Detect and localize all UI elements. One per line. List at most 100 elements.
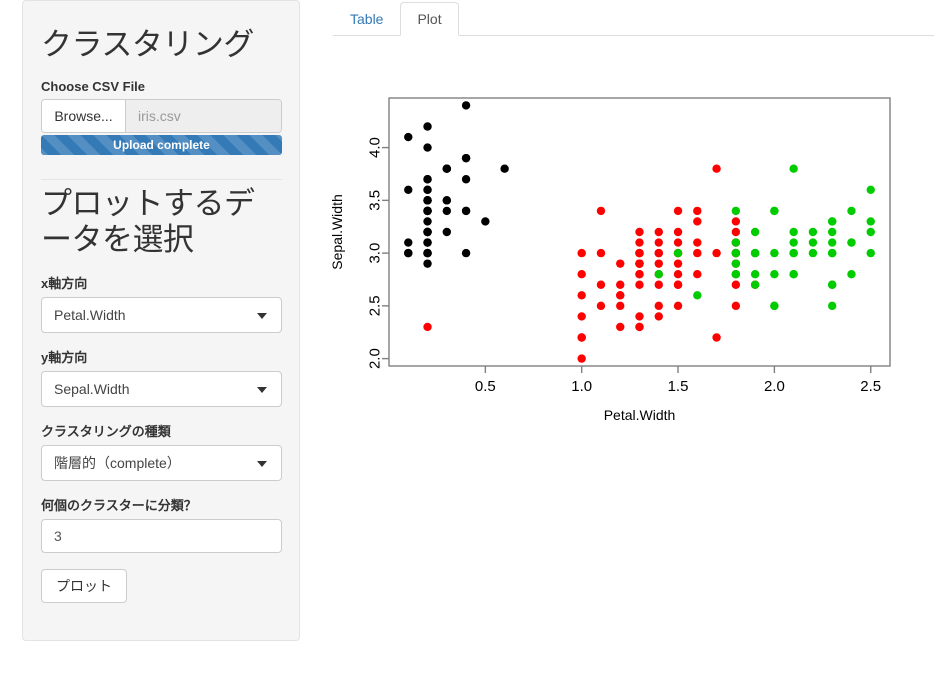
data-point <box>404 186 412 194</box>
data-point <box>616 323 624 331</box>
data-point <box>847 238 855 246</box>
data-point <box>423 186 431 194</box>
method-select-value: 階層的（complete） <box>54 453 181 473</box>
data-point <box>616 281 624 289</box>
data-point <box>732 207 740 215</box>
data-point <box>655 312 663 320</box>
method-field: クラスタリングの種類 階層的（complete） <box>41 421 281 481</box>
tab-bar: Table Plot <box>333 0 934 36</box>
data-point <box>674 249 682 257</box>
data-point <box>867 186 875 194</box>
x-axis-select[interactable]: Petal.Width <box>41 297 282 333</box>
selected-file-name: iris.csv <box>126 100 281 132</box>
data-point <box>655 228 663 236</box>
data-point <box>847 207 855 215</box>
x-axis-select-value: Petal.Width <box>54 307 126 323</box>
plot-button[interactable]: プロット <box>41 569 127 603</box>
y-axis-select-value: Sepal.Width <box>54 381 129 397</box>
data-point <box>732 228 740 236</box>
x-axis-title: Petal.Width <box>604 407 676 423</box>
data-point <box>789 238 797 246</box>
data-point <box>635 312 643 320</box>
browse-button[interactable]: Browse... <box>42 100 126 132</box>
data-point <box>597 281 605 289</box>
y-axis-title: Sepal.Width <box>329 194 345 269</box>
data-point <box>732 302 740 310</box>
series-3 <box>655 164 875 310</box>
data-point <box>828 228 836 236</box>
x-tick-label: 1.5 <box>668 378 689 395</box>
data-point <box>867 228 875 236</box>
data-point <box>616 291 624 299</box>
data-point <box>732 281 740 289</box>
data-point <box>693 238 701 246</box>
data-point <box>693 270 701 278</box>
data-point <box>732 217 740 225</box>
scatter-plot-container: 0.51.01.52.02.52.02.53.03.54.0Petal.Widt… <box>320 62 947 442</box>
method-label: クラスタリングの種類 <box>41 421 281 440</box>
data-point <box>751 249 759 257</box>
data-point <box>674 228 682 236</box>
upload-progress-bar: Upload complete <box>41 135 282 155</box>
data-point <box>423 217 431 225</box>
data-point <box>577 312 585 320</box>
cluster-count-field: 何個のクラスターに分類？ <box>41 495 281 553</box>
x-tick-label: 2.5 <box>860 378 881 395</box>
method-select[interactable]: 階層的（complete） <box>41 445 282 481</box>
data-point <box>577 333 585 341</box>
data-point <box>770 249 778 257</box>
y-tick-label: 4.0 <box>367 137 384 158</box>
cluster-count-label: 何個のクラスターに分類？ <box>41 495 281 514</box>
data-point <box>789 249 797 257</box>
data-point <box>423 259 431 267</box>
data-point <box>732 238 740 246</box>
data-point <box>423 175 431 183</box>
data-point <box>732 249 740 257</box>
data-point <box>712 249 720 257</box>
data-point <box>674 281 682 289</box>
data-point <box>751 228 759 236</box>
data-point <box>751 281 759 289</box>
file-input-group[interactable]: Browse... iris.csv <box>41 99 282 133</box>
data-point <box>462 175 470 183</box>
sidebar-panel: クラスタリング Choose CSV File Browse... iris.c… <box>22 0 300 641</box>
file-input-label: Choose CSV File <box>41 79 281 94</box>
data-point <box>577 270 585 278</box>
data-point <box>674 259 682 267</box>
tab-table[interactable]: Table <box>333 2 400 36</box>
section-title: プロットするデータを選択 <box>41 180 281 259</box>
data-point <box>635 281 643 289</box>
y-axis-select[interactable]: Sepal.Width <box>41 371 282 407</box>
tab-plot[interactable]: Plot <box>400 2 458 36</box>
data-point <box>635 249 643 257</box>
scatter-plot: 0.51.01.52.02.52.02.53.03.54.0Petal.Widt… <box>320 62 947 442</box>
data-point <box>655 238 663 246</box>
y-axis-label: y軸方向 <box>41 347 281 366</box>
data-point <box>770 302 778 310</box>
tab-plot-label: Plot <box>417 11 441 27</box>
data-point <box>867 217 875 225</box>
data-point <box>693 291 701 299</box>
cluster-count-input[interactable] <box>41 519 282 553</box>
data-point <box>577 291 585 299</box>
data-point <box>462 101 470 109</box>
data-point <box>789 164 797 172</box>
data-point <box>789 270 797 278</box>
data-point <box>828 302 836 310</box>
data-point <box>635 270 643 278</box>
data-point <box>443 164 451 172</box>
data-point <box>635 259 643 267</box>
data-point <box>655 259 663 267</box>
data-point <box>655 281 663 289</box>
data-point <box>577 354 585 362</box>
y-tick-label: 3.0 <box>367 243 384 264</box>
y-tick-label: 3.5 <box>367 190 384 211</box>
chevron-down-icon <box>257 313 267 319</box>
series-2 <box>423 164 759 362</box>
data-point <box>404 133 412 141</box>
data-point <box>423 228 431 236</box>
series-1 <box>404 101 509 268</box>
x-tick-label: 0.5 <box>475 378 496 395</box>
data-point <box>597 249 605 257</box>
tab-table-label: Table <box>350 11 383 27</box>
